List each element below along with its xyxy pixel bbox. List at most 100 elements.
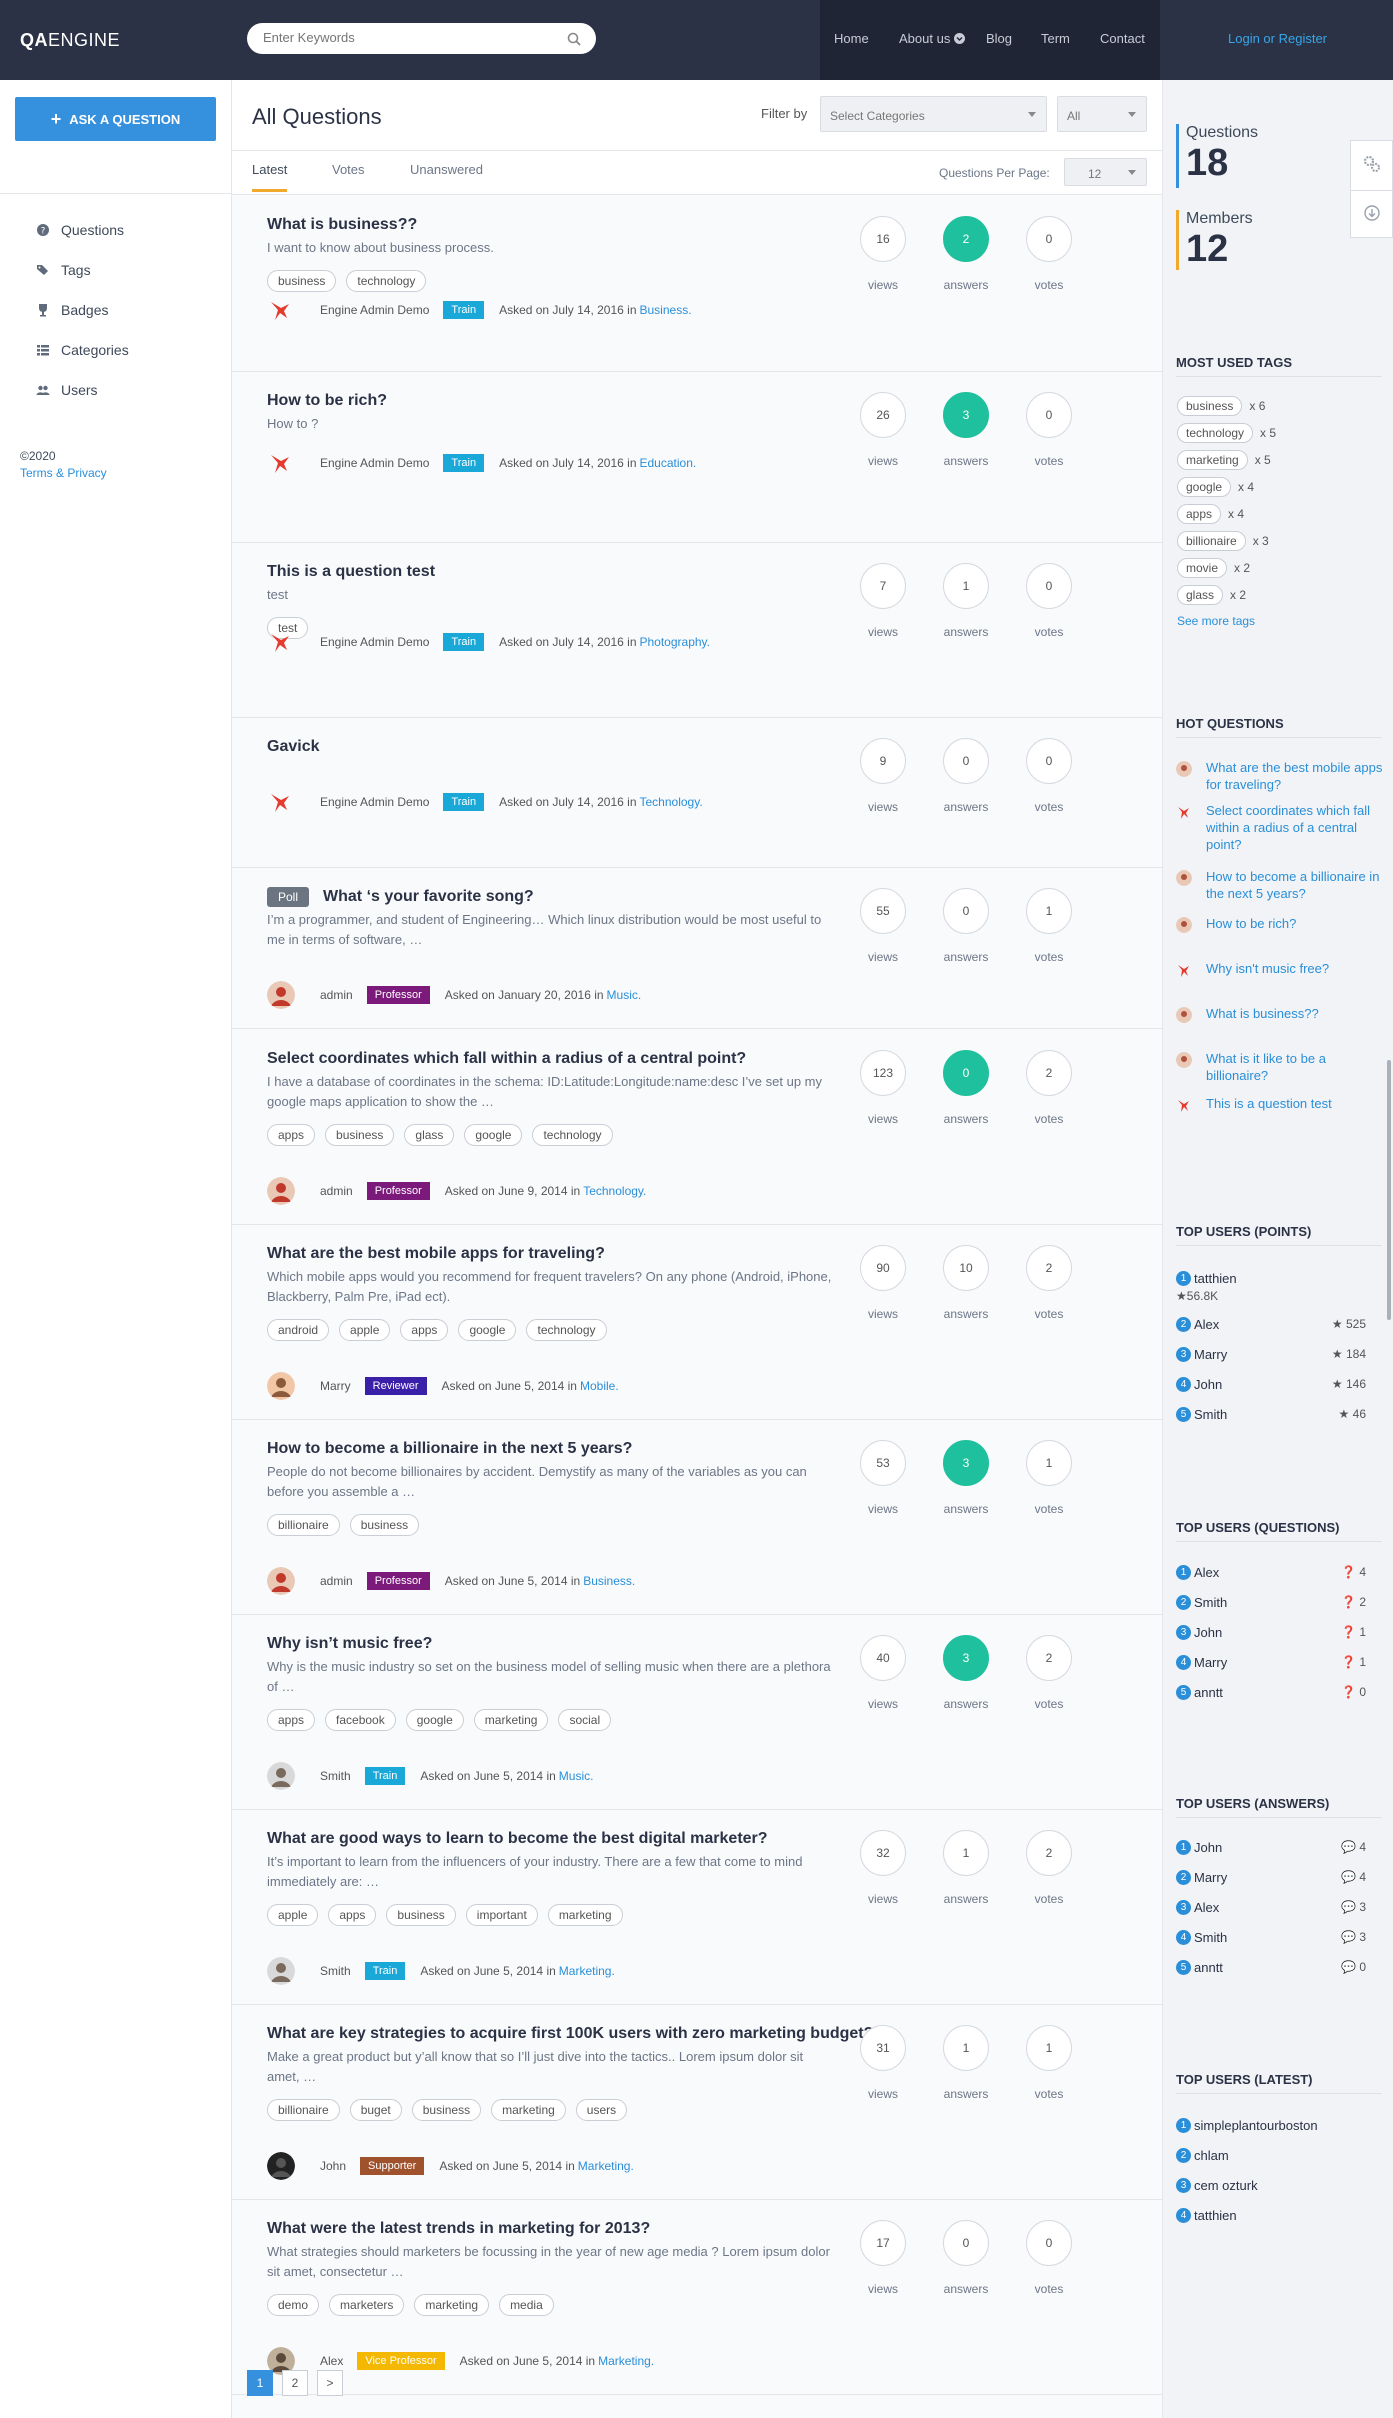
page-2[interactable]: 2 xyxy=(282,2370,308,2396)
user-name[interactable]: tatthien xyxy=(1194,1271,1237,1286)
tag-billionaire[interactable]: billionaire xyxy=(267,2099,340,2121)
author-name[interactable]: Smith xyxy=(320,1769,351,1783)
nav-blog[interactable]: Blog xyxy=(986,31,1012,46)
tag-marketing[interactable]: marketing xyxy=(491,2099,566,2121)
tab-latest[interactable]: Latest xyxy=(252,162,288,192)
tag-apple[interactable]: apple xyxy=(339,1319,391,1341)
user-name[interactable]: Marry xyxy=(1194,1347,1227,1362)
user-name[interactable]: Smith xyxy=(1194,1407,1227,1422)
question-title[interactable]: What are good ways to learn to become th… xyxy=(267,1830,768,1848)
type-select[interactable]: All xyxy=(1057,96,1147,132)
tag-marketers[interactable]: marketers xyxy=(329,2294,405,2316)
question-title-text[interactable]: Gavick xyxy=(267,738,319,755)
question-title[interactable]: Select coordinates which fall within a r… xyxy=(267,1050,746,1068)
avatar[interactable] xyxy=(267,2152,295,2180)
sidebar-item-categories[interactable]: Categories xyxy=(36,342,129,358)
tag-google[interactable]: google xyxy=(405,1709,464,1731)
avatar[interactable] xyxy=(267,1957,295,1985)
question-title-text[interactable]: What are the best mobile apps for travel… xyxy=(267,1245,605,1262)
tag-technology[interactable]: technology xyxy=(532,1124,613,1146)
hot-question-link[interactable]: Select coordinates which fall within a r… xyxy=(1206,802,1386,853)
hot-question[interactable]: How to be rich? xyxy=(1176,915,1386,933)
sidebar-item-badges[interactable]: Badges xyxy=(36,302,108,318)
tag-social[interactable]: social xyxy=(558,1709,612,1731)
user-name[interactable]: Alex xyxy=(1194,1565,1219,1580)
question-title-text[interactable]: Why isn’t music free? xyxy=(267,1635,432,1652)
tag-business[interactable]: business xyxy=(1177,395,1243,416)
settings-icon[interactable] xyxy=(1363,155,1381,173)
category-link[interactable]: Music. xyxy=(559,1769,594,1783)
tag-apps[interactable]: apps xyxy=(400,1319,449,1341)
category-link[interactable]: Marketing. xyxy=(598,2354,654,2368)
author-name[interactable]: Engine Admin Demo xyxy=(320,635,429,649)
hot-question[interactable]: This is a question test xyxy=(1176,1095,1386,1113)
tag-marketing[interactable]: marketing xyxy=(473,1709,549,1731)
scrollbar[interactable] xyxy=(1387,1060,1391,1320)
tag-marketing[interactable]: marketing xyxy=(414,2294,490,2316)
avatar[interactable] xyxy=(267,1372,295,1400)
nav-term[interactable]: Term xyxy=(1041,31,1070,46)
sidebar-item-tags[interactable]: Tags xyxy=(36,262,91,278)
tag-facebook[interactable]: facebook xyxy=(325,1709,396,1731)
tag-marketing[interactable]: marketing xyxy=(1177,449,1248,470)
question-title[interactable]: Why isn’t music free? xyxy=(267,1635,432,1653)
tag-apple[interactable]: apple xyxy=(267,1904,319,1926)
sidebar-item-questions[interactable]: ? Questions xyxy=(36,222,124,238)
see-more-tags-link[interactable]: See more tags xyxy=(1177,614,1255,628)
user-name[interactable]: simpleplantourboston xyxy=(1194,2118,1318,2133)
category-select[interactable]: Select Categories xyxy=(820,96,1047,132)
author-name[interactable]: Smith xyxy=(320,1964,351,1978)
user-name[interactable]: cem ozturk xyxy=(1194,2178,1258,2193)
question-title-text[interactable]: Select coordinates which fall within a r… xyxy=(267,1050,746,1067)
hot-question-link[interactable]: This is a question test xyxy=(1206,1095,1332,1113)
per-page-select[interactable]: 12 xyxy=(1064,158,1147,186)
category-link[interactable]: Mobile. xyxy=(580,1379,619,1393)
tag-billionaire[interactable]: billionaire xyxy=(267,1514,340,1536)
tag-buget[interactable]: buget xyxy=(349,2099,402,2121)
user-name[interactable]: Smith xyxy=(1194,1930,1227,1945)
nav-home[interactable]: Home xyxy=(834,31,869,46)
hot-question-link[interactable]: How to become a billionaire in the next … xyxy=(1206,868,1386,902)
author-name[interactable]: admin xyxy=(320,1574,353,1588)
tag-users[interactable]: users xyxy=(575,2099,628,2121)
user-name[interactable]: John xyxy=(1194,1377,1222,1392)
nav-contact[interactable]: Contact xyxy=(1100,31,1145,46)
avatar[interactable] xyxy=(267,1762,295,1790)
question-title-text[interactable]: How to become a billionaire in the next … xyxy=(267,1440,632,1457)
author-name[interactable]: John xyxy=(320,2159,346,2173)
avatar[interactable] xyxy=(267,1567,295,1595)
tag-android[interactable]: android xyxy=(267,1319,330,1341)
search-icon[interactable] xyxy=(566,31,582,47)
hot-question-link[interactable]: How to be rich? xyxy=(1206,915,1296,933)
hot-question-link[interactable]: Why isn't music free? xyxy=(1206,960,1329,978)
tag-business[interactable]: business xyxy=(349,1514,420,1536)
tag-apps[interactable]: apps xyxy=(1177,503,1222,524)
question-title[interactable]: What is business?? xyxy=(267,216,417,234)
hot-question-link[interactable]: What is business?? xyxy=(1206,1005,1319,1023)
category-link[interactable]: Business. xyxy=(640,303,692,317)
question-title-text[interactable]: What is business?? xyxy=(267,216,417,233)
question-title[interactable]: How to be rich? xyxy=(267,392,387,410)
hot-question-link[interactable]: What is it like to be a billionaire? xyxy=(1206,1050,1386,1084)
sidebar-item-users[interactable]: Users xyxy=(36,382,98,398)
user-name[interactable]: Alex xyxy=(1194,1317,1219,1332)
user-name[interactable]: Smith xyxy=(1194,1595,1227,1610)
avatar[interactable] xyxy=(267,296,295,324)
author-name[interactable]: admin xyxy=(320,988,353,1002)
page-1[interactable]: 1 xyxy=(247,2370,273,2396)
hot-question-link[interactable]: What are the best mobile apps for travel… xyxy=(1206,759,1386,793)
avatar[interactable] xyxy=(267,449,295,477)
author-name[interactable]: Engine Admin Demo xyxy=(320,456,429,470)
hot-question[interactable]: What is it like to be a billionaire? xyxy=(1176,1050,1386,1084)
tag-technology[interactable]: technology xyxy=(526,1319,607,1341)
tag-movie[interactable]: movie xyxy=(1177,557,1228,578)
question-title-text[interactable]: What ‘s your favorite song? xyxy=(323,888,534,905)
tag-technology[interactable]: technology xyxy=(1177,422,1254,443)
category-link[interactable]: Photography. xyxy=(640,635,711,649)
user-name[interactable]: John xyxy=(1194,1625,1222,1640)
tag-business[interactable]: business xyxy=(386,1904,456,1926)
question-title[interactable]: How to become a billionaire in the next … xyxy=(267,1440,632,1458)
user-name[interactable]: anntt xyxy=(1194,1685,1223,1700)
tag-google[interactable]: google xyxy=(464,1124,523,1146)
user-name[interactable]: Alex xyxy=(1194,1900,1219,1915)
